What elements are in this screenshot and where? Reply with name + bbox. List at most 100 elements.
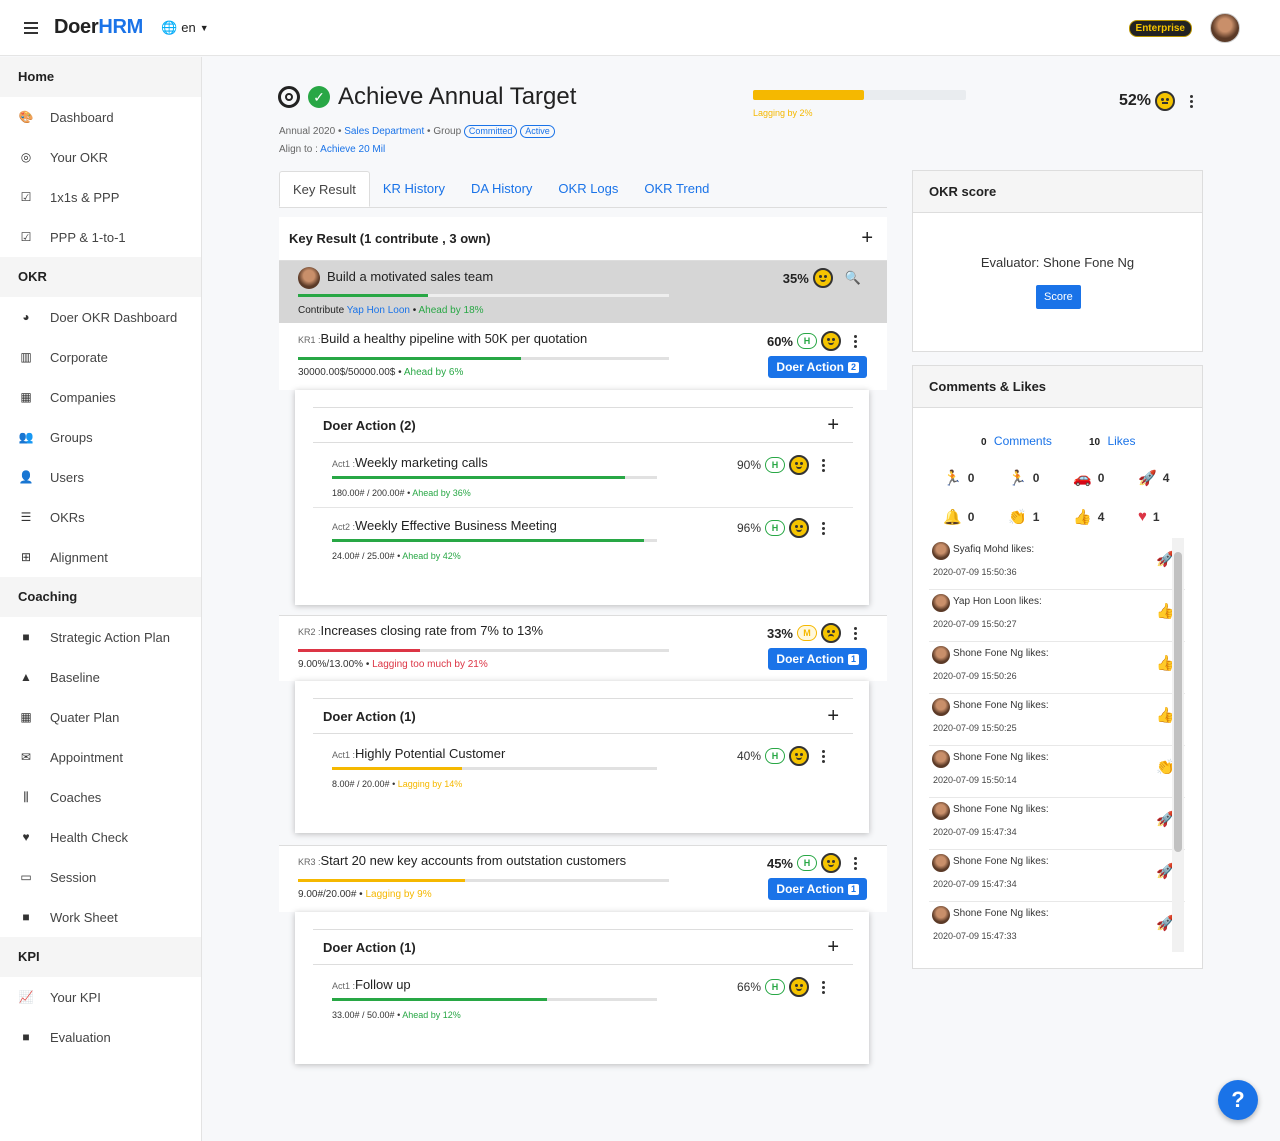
smile-icon — [812, 268, 833, 288]
like-user: Shone Fone Ng likes: — [953, 700, 1049, 711]
action-item[interactable]: Act1 :Weekly marketing calls 180.00# / 20… — [313, 445, 853, 507]
search-icon[interactable]: 🔍 — [845, 270, 861, 286]
more-options-icon[interactable] — [853, 626, 857, 640]
action-item[interactable]: Act1 :Follow up 33.00# / 50.00# • Ahead b… — [313, 967, 853, 1029]
sidebar-item-your-kpi[interactable]: 📈 Your KPI — [0, 977, 201, 1017]
likes-count[interactable]: 10 Likes — [1089, 434, 1135, 448]
calendar-check-icon: ☑ — [20, 230, 32, 244]
doer-action-button[interactable]: Doer Action 1 — [768, 648, 867, 670]
more-options-icon[interactable] — [821, 458, 825, 472]
doer-action-button[interactable]: Doer Action 1 — [768, 878, 867, 900]
score-button[interactable]: Score — [1036, 285, 1081, 309]
priority-badge: H — [797, 333, 817, 349]
sidebar-item-work-sheet[interactable]: ■ Work Sheet — [0, 897, 201, 937]
more-options-icon[interactable] — [1189, 94, 1193, 108]
sidebar-item-your-okr[interactable]: ◎ Your OKR — [0, 137, 201, 177]
sidebar-item-okrs[interactable]: ☰ OKRs — [0, 497, 201, 537]
thumbs-up-reaction[interactable]: 👍 4 — [1073, 508, 1104, 526]
key-result-row[interactable]: KR3 :Start 20 new key accounts from outs… — [279, 845, 887, 912]
add-action-icon[interactable]: + — [827, 936, 839, 959]
kr-title-text: Increases closing rate from 7% to 13% — [320, 623, 544, 638]
sidebar-item-quater-plan[interactable]: ▦ Quater Plan — [0, 697, 201, 737]
priority-badge: H — [765, 520, 785, 536]
heart-reaction[interactable]: ♥ 1 — [1138, 508, 1160, 525]
running-yellow-reaction[interactable]: 🏃 0 — [1008, 469, 1039, 487]
action-item[interactable]: Act2 :Weekly Effective Business Meeting 2… — [313, 507, 853, 569]
sidebar-item-corporate[interactable]: ▥ Corporate — [0, 337, 201, 377]
car-reaction[interactable]: 🚗 0 — [1073, 469, 1104, 487]
sidebar-item-appointment[interactable]: ✉ Appointment — [0, 737, 201, 777]
runner-icon: 🏃 — [943, 470, 962, 487]
department-link[interactable]: Sales Department — [344, 126, 424, 137]
like-timestamp: 2020-07-09 15:47:34 — [933, 879, 1017, 889]
sidebar-item-ppp-1-to-1[interactable]: ☑ PPP & 1-to-1 — [0, 217, 201, 257]
like-timestamp: 2020-07-09 15:47:34 — [933, 827, 1017, 837]
priority-badge: H — [765, 979, 785, 995]
sidebar-item-label: Doer OKR Dashboard — [50, 309, 178, 325]
add-action-icon[interactable]: + — [827, 414, 839, 437]
action-title: Act1 :Highly Potential Customer — [332, 746, 506, 761]
action-meta: 180.00# / 200.00# • Ahead by 36% — [332, 488, 471, 498]
menu-toggle-icon[interactable] — [24, 21, 38, 34]
language-select[interactable]: 🌐 en ▼ — [161, 20, 209, 36]
list-icon: ☰ — [20, 510, 32, 524]
sidebar-item-coaches[interactable]: ⫼ Coaches — [0, 777, 201, 817]
thumbs-up-icon: 👍 — [1073, 509, 1092, 526]
tab-da-history[interactable]: DA History — [458, 171, 545, 207]
more-options-icon[interactable] — [853, 334, 857, 348]
doer-action-button[interactable]: Doer Action 2 — [768, 356, 867, 378]
sidebar-item-1x1s-ppp[interactable]: ☑ 1x1s & PPP — [0, 177, 201, 217]
tab-okr-logs[interactable]: OKR Logs — [545, 171, 631, 207]
objective-row[interactable]: Build a motivated sales team Contribute … — [279, 261, 887, 323]
smile-icon — [789, 977, 809, 997]
kr-percent: 60% H — [767, 331, 857, 351]
runner-reaction[interactable]: 🏃 0 — [943, 469, 974, 487]
key-result-row[interactable]: KR1 :Build a healthy pipeline with 50K p… — [279, 323, 887, 390]
more-options-icon[interactable] — [821, 749, 825, 763]
tab-key-result[interactable]: Key Result — [279, 171, 370, 207]
sidebar-item-baseline[interactable]: ▲ Baseline — [0, 657, 201, 697]
tab-kr-history[interactable]: KR History — [370, 171, 458, 207]
user-avatar[interactable] — [1210, 13, 1240, 43]
like-item: Shone Fone Ng likes: 2020-07-09 15:47:33 🚀 — [929, 902, 1185, 952]
objective-meta: Contribute Yap Hon Loon • Ahead by 18% — [298, 305, 484, 316]
add-key-result-icon[interactable]: + — [861, 227, 873, 250]
sidebar-item-health-check[interactable]: ♥ Health Check — [0, 817, 201, 857]
book-icon: ■ — [22, 1030, 30, 1044]
add-action-icon[interactable]: + — [827, 705, 839, 728]
sidebar-item-doer-okr-dashboard[interactable]: ◕ Doer OKR Dashboard — [0, 297, 201, 337]
key-result-header: Key Result (1 contribute , 3 own) + — [279, 217, 887, 261]
sidebar-item-alignment[interactable]: ⊞ Alignment — [0, 537, 201, 577]
comments-count[interactable]: 0 Comments — [981, 434, 1052, 448]
sidebar-item-groups[interactable]: 👥 Groups — [0, 417, 201, 457]
clap-reaction[interactable]: 👏 1 — [1008, 508, 1039, 526]
sidebar-item-users[interactable]: 👤 Users — [0, 457, 201, 497]
sidebar-item-evaluation[interactable]: ■ Evaluation — [0, 1017, 201, 1057]
tab-okr-trend[interactable]: OKR Trend — [631, 171, 722, 207]
envelope-icon: ✉ — [20, 750, 32, 764]
sidebar-item-label: Groups — [50, 429, 93, 445]
sidebar-item-companies[interactable]: ▦ Companies — [0, 377, 201, 417]
smile-icon — [789, 518, 809, 538]
sad-face-icon — [821, 623, 841, 643]
sidebar-item-dashboard[interactable]: 🎨 Dashboard — [0, 97, 201, 137]
clap-icon: 👏 — [1008, 509, 1027, 526]
app-logo[interactable]: DoerHRM — [54, 16, 143, 39]
sidebar-item-label: Strategic Action Plan — [50, 629, 170, 645]
doer-action-header: Doer Action (2) + — [313, 407, 853, 443]
sidebar-item-strategic-action-plan[interactable]: ■ Strategic Action Plan — [0, 617, 201, 657]
help-button[interactable]: ? — [1218, 1080, 1258, 1120]
priority-badge: M — [797, 625, 817, 641]
likes-scrollbar[interactable] — [1172, 538, 1184, 952]
rocket-reaction[interactable]: 🚀 4 — [1138, 469, 1169, 487]
action-item[interactable]: Act1 :Highly Potential Customer 8.00# / 2… — [313, 736, 853, 798]
contributor-link[interactable]: Yap Hon Loon — [347, 305, 410, 316]
bell-reaction[interactable]: 🔔 0 — [943, 508, 974, 526]
key-result-row[interactable]: KR2 :Increases closing rate from 7% to 1… — [279, 615, 887, 681]
more-options-icon[interactable] — [821, 521, 825, 535]
align-link[interactable]: Achieve 20 Mil — [320, 144, 385, 155]
pie-chart-icon: ◕ — [22, 310, 30, 324]
more-options-icon[interactable] — [853, 856, 857, 870]
more-options-icon[interactable] — [821, 980, 825, 994]
sidebar-item-session[interactable]: ▭ Session — [0, 857, 201, 897]
